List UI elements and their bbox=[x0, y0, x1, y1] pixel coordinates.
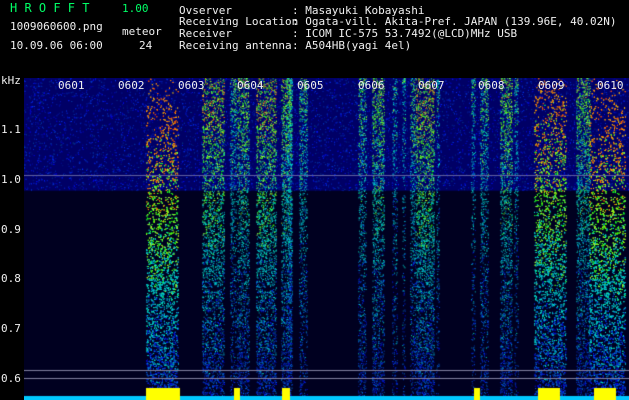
y-tick: 1.1 bbox=[1, 123, 21, 136]
datetime: 10.09.06 06:00 bbox=[10, 39, 103, 52]
filename: 1009060600.png bbox=[10, 20, 103, 33]
app-name: H R O F F T bbox=[10, 1, 90, 15]
value-antenna: : A504HB(yagi 4el) bbox=[292, 39, 412, 52]
time-label: 0603 bbox=[178, 79, 205, 92]
y-tick: 0.9 bbox=[1, 223, 21, 236]
spectrogram-image bbox=[24, 78, 629, 400]
meteor-label: meteor bbox=[122, 25, 162, 38]
y-tick: 0.8 bbox=[1, 272, 21, 285]
time-label: 0610 bbox=[597, 79, 624, 92]
y-tick: 1.0 bbox=[1, 173, 21, 186]
y-tick: 0.6 bbox=[1, 372, 21, 385]
time-label: 0601 bbox=[58, 79, 85, 92]
time-label: 0605 bbox=[297, 79, 324, 92]
meteor-count: 24 bbox=[139, 39, 153, 52]
time-label: 0604 bbox=[237, 79, 264, 92]
time-label: 0602 bbox=[118, 79, 145, 92]
time-label: 0608 bbox=[478, 79, 505, 92]
time-label: 0609 bbox=[538, 79, 565, 92]
label-antenna: Receiving antenna bbox=[179, 39, 292, 52]
time-label: 0607 bbox=[418, 79, 445, 92]
time-label: 0606 bbox=[358, 79, 385, 92]
y-unit: kHz bbox=[1, 74, 21, 87]
app-version: 1.00 bbox=[122, 2, 149, 15]
y-tick: 0.7 bbox=[1, 322, 21, 335]
